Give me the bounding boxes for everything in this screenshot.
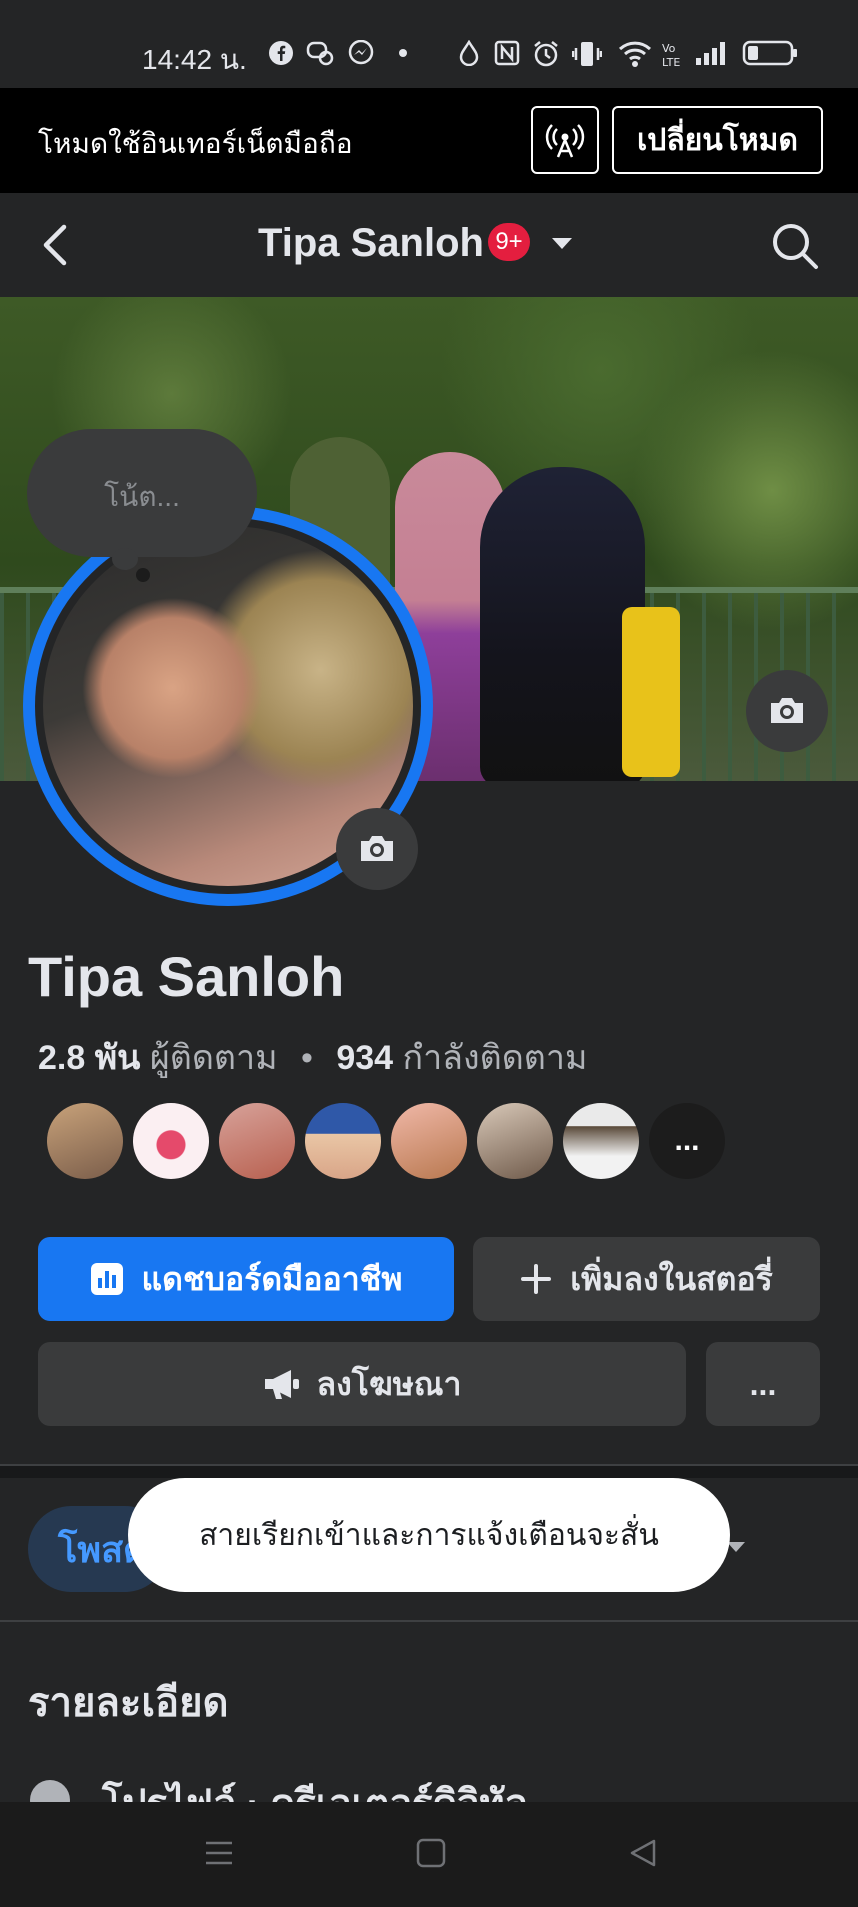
status-bar: 14:42 น. Vo LTE bbox=[0, 0, 858, 88]
followers-label[interactable]: ผู้ติดตาม bbox=[150, 1039, 278, 1077]
camera-icon bbox=[361, 836, 393, 861]
menu-icon[interactable] bbox=[204, 1838, 234, 1868]
section-divider bbox=[0, 1620, 858, 1622]
add-to-story-button[interactable]: เพิ่มลงในสตอรี่ bbox=[473, 1237, 820, 1321]
followers-count[interactable]: 2.8 พัน bbox=[38, 1039, 140, 1077]
friend-avatar[interactable] bbox=[47, 1103, 123, 1179]
profile-navbar: Tipa Sanloh 9+ bbox=[0, 193, 858, 297]
section-gap bbox=[0, 1466, 858, 1478]
signal-icon bbox=[694, 40, 730, 73]
more-friends-button[interactable]: ... bbox=[649, 1103, 725, 1179]
follow-stats: 2.8 พัน ผู้ติดตาม • 934 กำลังติดตาม bbox=[38, 1030, 587, 1084]
svg-text:LTE: LTE bbox=[662, 56, 680, 68]
navbar-title[interactable]: Tipa Sanloh bbox=[258, 221, 484, 266]
advertise-label: ลงโฆษณา bbox=[316, 1365, 462, 1402]
more-options-button[interactable]: ... bbox=[706, 1342, 820, 1426]
friend-avatar[interactable] bbox=[219, 1103, 295, 1179]
notification-badge: 9+ bbox=[488, 223, 530, 261]
friend-avatar[interactable] bbox=[477, 1103, 553, 1179]
professional-dashboard-button[interactable]: แดชบอร์ดมืออาชีพ bbox=[38, 1237, 454, 1321]
friend-avatar[interactable] bbox=[563, 1103, 639, 1179]
cover-camera-button[interactable] bbox=[746, 670, 828, 752]
switch-mode-button[interactable]: เปลี่ยนโหมด bbox=[612, 106, 823, 174]
battery-icon bbox=[742, 40, 798, 73]
dashboard-label: แดชบอร์ดมืออาชีพ bbox=[141, 1260, 403, 1297]
note-tail bbox=[112, 548, 138, 570]
note-bubble[interactable]: โน้ต... bbox=[27, 429, 257, 557]
vibrate-icon bbox=[571, 40, 603, 75]
profile-name: Tipa Sanloh bbox=[28, 945, 345, 1008]
friend-avatar[interactable] bbox=[391, 1103, 467, 1179]
dashboard-icon bbox=[90, 1263, 123, 1295]
back-icon[interactable] bbox=[36, 221, 76, 269]
volte-icon: Vo LTE bbox=[662, 40, 684, 75]
stats-separator: • bbox=[300, 1039, 313, 1077]
megaphone-icon bbox=[264, 1370, 299, 1399]
back-nav-icon[interactable] bbox=[628, 1838, 658, 1868]
mobile-data-banner: โหมดใช้อินเทอร์เน็ตมือถือ เปลี่ยนโหมด bbox=[0, 88, 858, 193]
dot-icon bbox=[397, 40, 409, 73]
note-dot bbox=[136, 568, 150, 582]
cover-person-3 bbox=[480, 467, 645, 781]
messenger-icon bbox=[348, 39, 374, 73]
banner-message: โหมดใช้อินเทอร์เน็ตมือถือ bbox=[38, 128, 353, 159]
antenna-button[interactable] bbox=[531, 106, 599, 174]
search-icon[interactable] bbox=[770, 221, 820, 271]
advertise-button[interactable]: ลงโฆษณา bbox=[38, 1342, 686, 1426]
yellow-bag bbox=[622, 607, 680, 777]
chat-bubbles-icon bbox=[306, 40, 334, 73]
wifi-icon bbox=[618, 40, 652, 75]
camera-icon bbox=[771, 698, 803, 723]
avatar-camera-button[interactable] bbox=[336, 808, 418, 890]
friend-avatar[interactable] bbox=[305, 1103, 381, 1179]
details-row-text: โปรไฟล์ · ครีเอเตอร์ดิจิทัล bbox=[102, 1783, 528, 1804]
nfc-icon bbox=[494, 40, 520, 73]
antenna-icon bbox=[545, 124, 585, 158]
facebook-icon bbox=[268, 40, 294, 73]
details-row[interactable]: โปรไฟล์ · ครีเอเตอร์ดิจิทัล bbox=[28, 1778, 828, 1804]
svg-text:Vo: Vo bbox=[662, 42, 676, 55]
add-story-label: เพิ่มลงในสตอรี่ bbox=[570, 1260, 773, 1297]
plus-icon bbox=[521, 1264, 552, 1294]
alarm-icon bbox=[532, 40, 560, 75]
details-heading: รายละเอียด bbox=[28, 1681, 229, 1725]
status-time: 14:42 น. bbox=[142, 44, 247, 75]
home-icon[interactable] bbox=[416, 1838, 446, 1868]
data-saver-icon bbox=[458, 39, 480, 73]
vibrate-toast: สายเรียกเข้าและการแจ้งเตือนจะสั่น bbox=[128, 1478, 730, 1592]
friend-avatar[interactable] bbox=[133, 1103, 209, 1179]
note-placeholder: โน้ต... bbox=[104, 481, 180, 512]
info-icon bbox=[30, 1780, 70, 1804]
chevron-down-icon[interactable] bbox=[548, 233, 576, 253]
system-nav-bar bbox=[0, 1802, 858, 1907]
following-count[interactable]: 934 bbox=[336, 1039, 393, 1077]
following-label[interactable]: กำลังติดตาม bbox=[403, 1039, 588, 1077]
